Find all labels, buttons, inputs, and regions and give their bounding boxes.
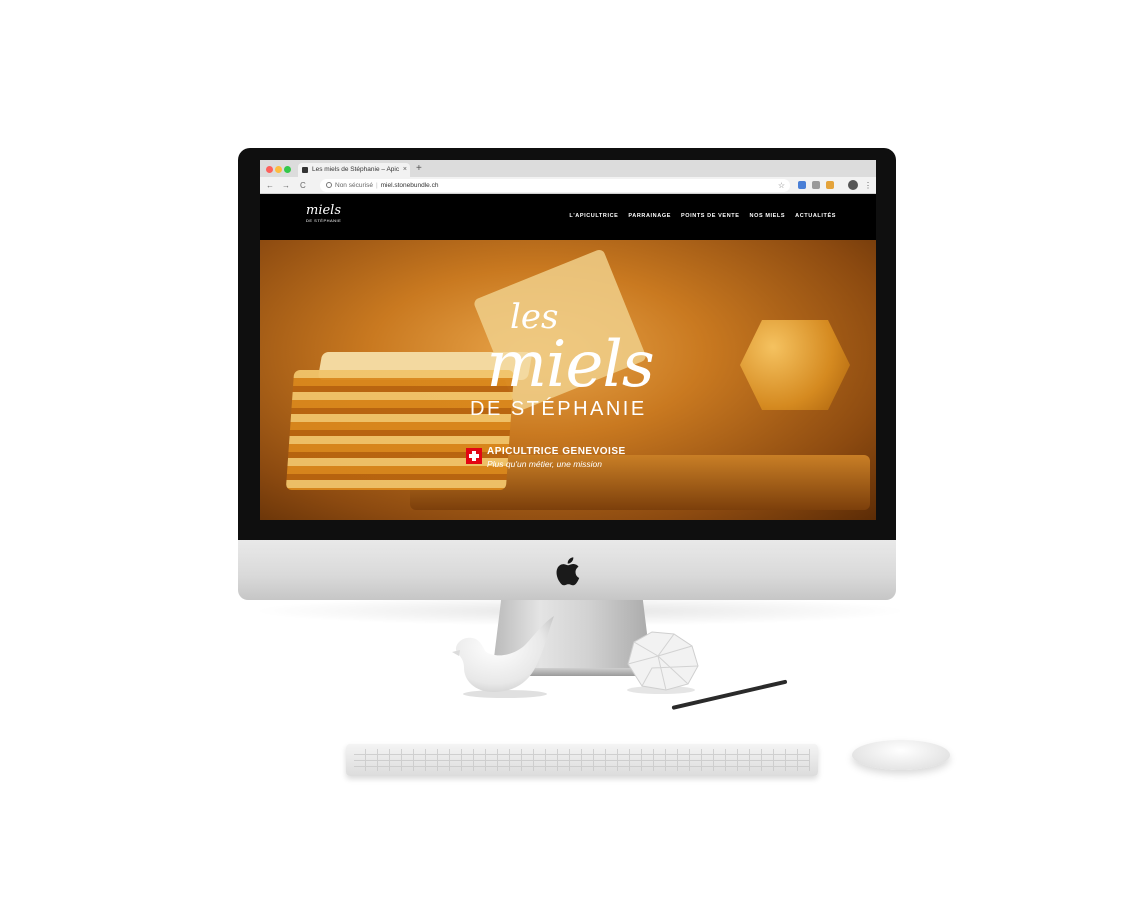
browser-tab[interactable]: Les miels de Stéphanie – Apic ×: [298, 163, 410, 177]
nav-item-points-de-vente[interactable]: POINTS DE VENTE: [681, 213, 740, 219]
bookmark-star-icon[interactable]: ☆: [778, 179, 785, 192]
swiss-flag-icon: [466, 448, 482, 464]
keyboard: [346, 744, 818, 776]
maximize-window-icon[interactable]: [284, 166, 291, 173]
mouse: [852, 740, 950, 770]
extension-icon[interactable]: [798, 181, 806, 189]
info-icon: [326, 182, 332, 189]
browser-tabstrip: Les miels de Stéphanie – Apic × +: [260, 160, 876, 177]
site-nav: L'APICULTRICE PARRAINAGE POINTS DE VENTE…: [569, 213, 836, 219]
browser-toolbar: ← → C Non sécurisé | miel.stonebundle.ch ☆…: [260, 177, 876, 194]
logo-subtitle: DE STÉPHANIE: [306, 218, 342, 223]
nav-item-parrainage[interactable]: PARRAINAGE: [628, 213, 671, 219]
imac-bezel: Les miels de Stéphanie – Apic × + ← → C …: [238, 148, 896, 540]
back-button[interactable]: ←: [266, 179, 274, 192]
address-bar[interactable]: Non sécurisé | miel.stonebundle.ch ☆: [320, 179, 790, 192]
site-logo[interactable]: miels DE STÉPHANIE: [306, 204, 346, 232]
honeycomb-image: [740, 320, 850, 410]
hero-badge-title: APICULTRICE GENEVOISE: [487, 446, 626, 457]
security-label: Non sécurisé: [335, 182, 373, 189]
nav-item-nos-miels[interactable]: NOS MIELS: [750, 213, 786, 219]
extension-icon[interactable]: [812, 181, 820, 189]
close-window-icon[interactable]: [266, 166, 273, 173]
new-tab-button[interactable]: +: [416, 162, 422, 176]
favicon-icon: [302, 167, 308, 173]
url-text: miel.stonebundle.ch: [380, 182, 439, 189]
logo-script: miels: [306, 203, 342, 218]
apple-logo-icon: [556, 557, 580, 586]
crumpled-paper: [627, 631, 699, 694]
hero-miels: miels: [486, 328, 654, 402]
imac: Les miels de Stéphanie – Apic × + ← → C …: [238, 148, 896, 600]
minimize-window-icon[interactable]: [275, 166, 282, 173]
hero-banner: les miels DE STÉPHANIE APICULTRICE GENEV…: [260, 240, 876, 520]
forward-button[interactable]: →: [282, 179, 290, 192]
tab-close-icon[interactable]: ×: [403, 163, 407, 177]
url-separator: |: [375, 182, 378, 189]
reload-button[interactable]: C: [300, 179, 306, 192]
bird-figurine: [452, 616, 554, 698]
site-header: miels DE STÉPHANIE L'APICULTRICE PARRAIN…: [260, 195, 876, 240]
nav-item-apicultrice[interactable]: L'APICULTRICE: [569, 213, 618, 219]
profile-avatar[interactable]: [848, 180, 858, 190]
extension-icon[interactable]: [826, 181, 834, 189]
screen: Les miels de Stéphanie – Apic × + ← → C …: [260, 160, 876, 520]
hero-tagline: Plus qu'un métier, une mission: [487, 459, 603, 469]
hero-de-stephanie: DE STÉPHANIE: [470, 398, 647, 420]
browser-menu-icon[interactable]: ⋮: [864, 179, 872, 192]
keyboard-keys: [354, 749, 810, 771]
hero-logo: les miels DE STÉPHANIE: [450, 300, 690, 421]
hero-badge: APICULTRICE GENEVOISE Plus qu'un métier,…: [466, 446, 626, 469]
tab-title: Les miels de Stéphanie – Apic: [312, 166, 400, 173]
nav-item-actualites[interactable]: ACTUALITÉS: [795, 213, 836, 219]
